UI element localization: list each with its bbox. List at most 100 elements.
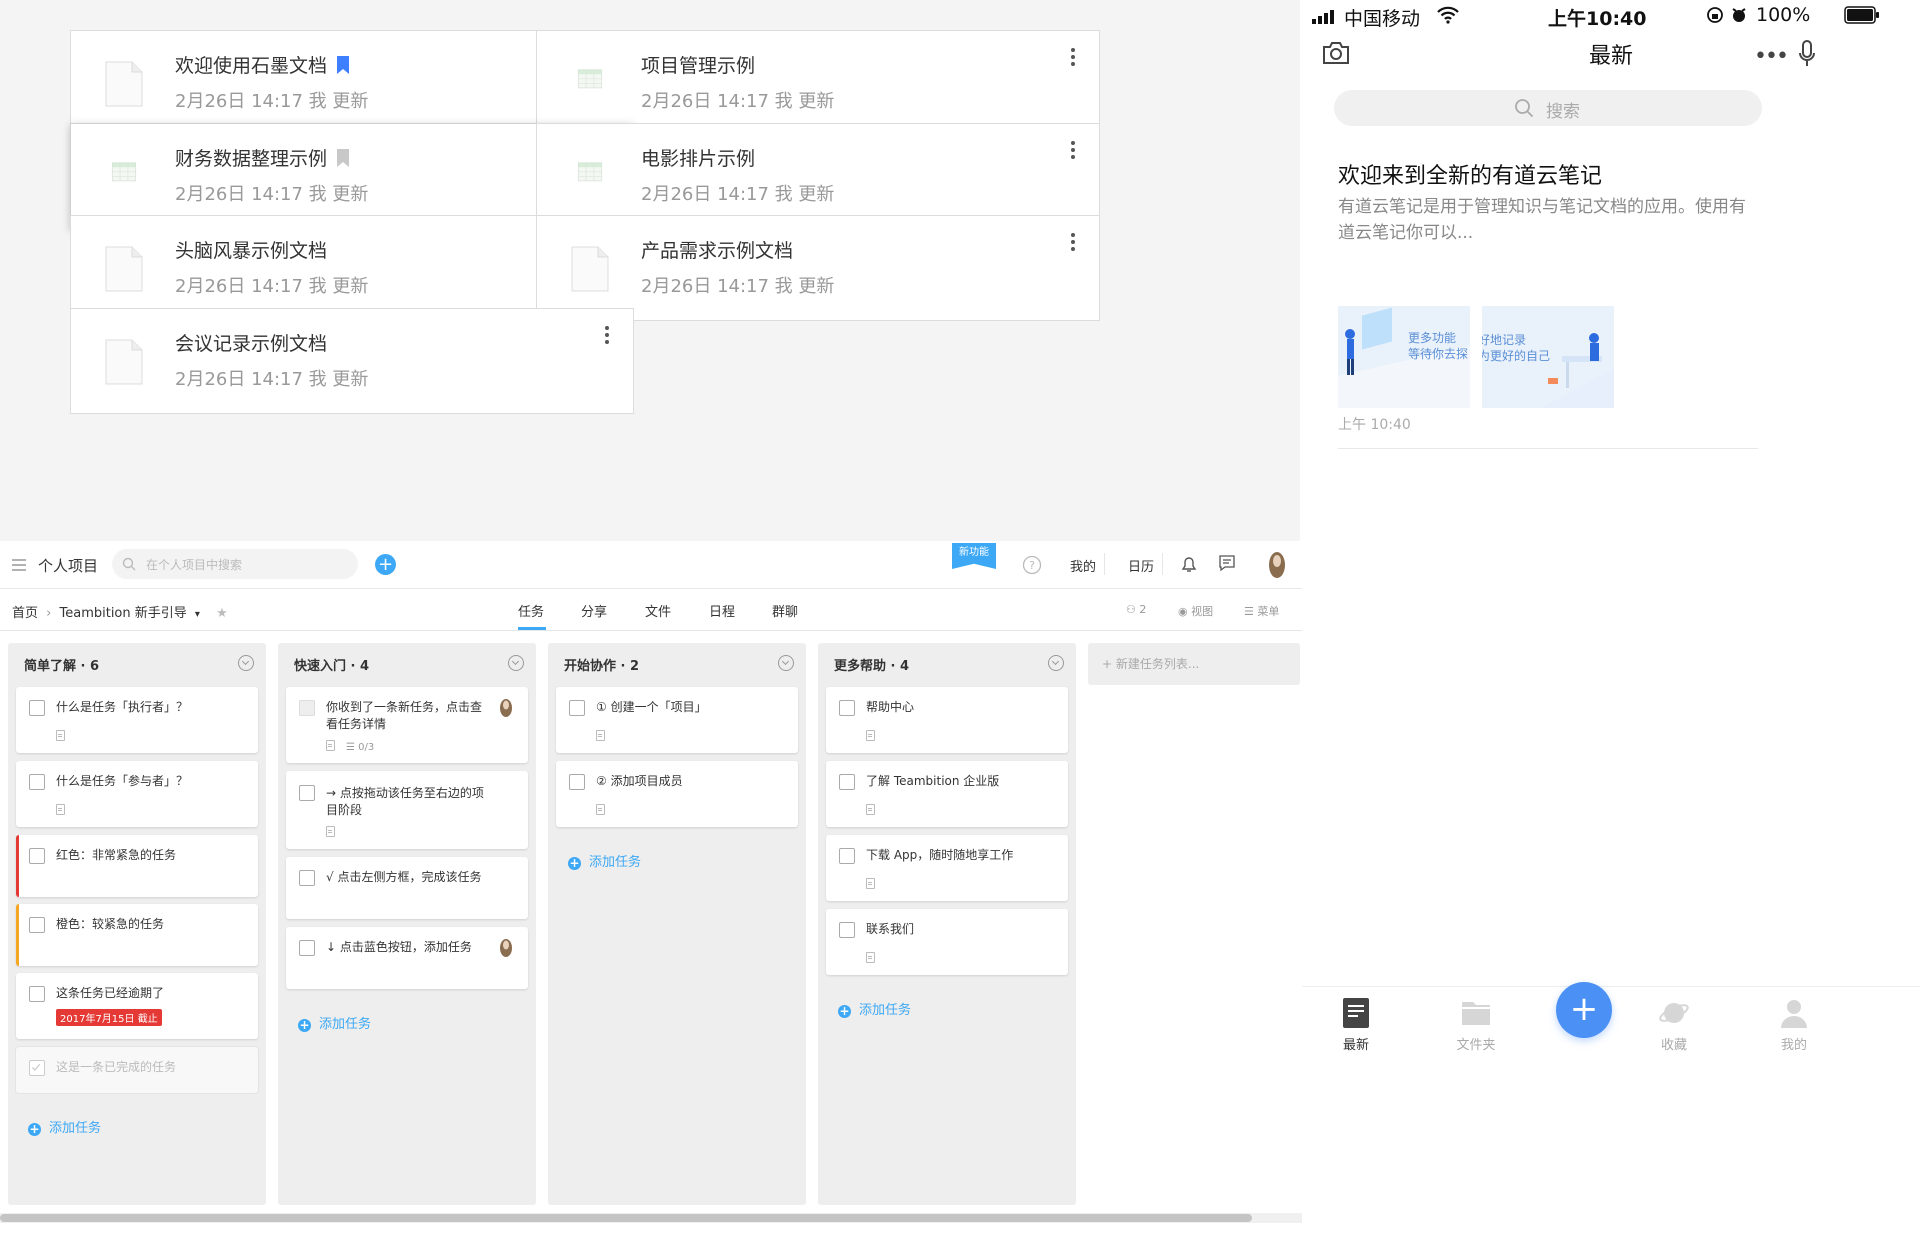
task-checkbox-checked[interactable] [29, 1060, 45, 1076]
task-card[interactable]: 了解 Teambition 企业版 [826, 761, 1068, 827]
tab-group-chat[interactable]: 群聊 [772, 601, 798, 620]
task-card[interactable]: 联系我们 [826, 909, 1068, 975]
new-feature-badge[interactable]: 新功能 [952, 543, 996, 569]
task-card[interactable]: 你收到了一条新任务，点击查看任务详情 ☰ 0/3 [286, 687, 528, 763]
task-card[interactable]: → 点按拖动该任务至右边的项目阶段 [286, 771, 528, 849]
doc-title: 头脑风暴示例文档 [175, 240, 328, 262]
assignee-avatar[interactable] [496, 937, 516, 957]
nav-mine[interactable]: 我的 [1070, 556, 1096, 575]
task-checkbox[interactable] [299, 870, 315, 886]
task-checkbox[interactable] [29, 700, 45, 716]
teambition-board: 个人项目 在个人项目中搜索 + 新功能 ? 我的 日历 首页 › Teambit… [0, 541, 1302, 1236]
view-button[interactable]: ◉ 视图 [1178, 603, 1213, 619]
tab-share[interactable]: 分享 [581, 601, 607, 620]
help-icon[interactable]: ? [1022, 555, 1042, 575]
column-title: 快速入门 · 4 [294, 659, 370, 674]
doc-card[interactable]: 产品需求示例文档 2月26日 14:17 我 更新 [536, 215, 1100, 321]
task-card[interactable]: 这是一条已完成的任务 [16, 1047, 258, 1093]
column-menu-icon[interactable] [238, 655, 254, 671]
project-name[interactable]: 个人项目 [38, 555, 98, 576]
column-menu-icon[interactable] [508, 655, 524, 671]
new-task-list-button[interactable]: + 新建任务列表... [1088, 643, 1300, 685]
task-checkbox[interactable] [839, 848, 855, 864]
note-icon [866, 804, 875, 815]
bookmark-icon[interactable] [337, 56, 350, 74]
more-icon[interactable] [1067, 230, 1079, 258]
column-menu-icon[interactable] [1048, 655, 1064, 671]
members-button[interactable]: ⚇ 2 [1126, 603, 1146, 616]
tab-schedule[interactable]: 日程 [709, 601, 735, 620]
board-area: 简单了解 · 6 什么是任务「执行者」？ 什么是任务「参与者」？ 红色：非常紧急… [0, 631, 1302, 1236]
task-checkbox[interactable] [569, 700, 585, 716]
task-checkbox[interactable] [839, 922, 855, 938]
task-card[interactable]: ① 创建一个「项目」 [556, 687, 798, 753]
task-card[interactable]: 这条任务已经逾期了 2017年7月15日 截止 [16, 973, 258, 1039]
tab-tasks[interactable]: 任务 [518, 601, 544, 620]
document-icon [571, 246, 609, 292]
task-card[interactable]: 帮助中心 [826, 687, 1068, 753]
user-avatar[interactable] [1264, 549, 1290, 579]
add-note-button[interactable]: + [1556, 982, 1612, 1038]
hamburger-icon[interactable] [12, 559, 26, 571]
task-card[interactable]: 橙色：较紧急的任务 [16, 904, 258, 966]
doc-title: 财务数据整理示例 [175, 148, 328, 170]
horizontal-scrollbar[interactable] [0, 1213, 1302, 1223]
more-icon[interactable]: ••• [1754, 44, 1789, 69]
task-checkbox[interactable] [299, 700, 315, 716]
chevron-down-icon[interactable]: ▾ [195, 609, 200, 620]
more-icon[interactable] [1067, 138, 1079, 166]
menu-button[interactable]: ☰ 菜单 [1244, 603, 1279, 619]
breadcrumb-home[interactable]: 首页 [12, 606, 38, 621]
tab-favorites[interactable]: 收藏 [1634, 998, 1714, 1053]
person-icon [1781, 1000, 1807, 1028]
task-card[interactable]: 什么是任务「执行者」？ [16, 687, 258, 753]
tab-latest[interactable]: 最新 [1316, 998, 1396, 1053]
task-checkbox[interactable] [839, 700, 855, 716]
task-list-column: 简单了解 · 6 什么是任务「执行者」？ 什么是任务「参与者」？ 红色：非常紧急… [8, 643, 266, 1205]
breadcrumb-project[interactable]: Teambition 新手引导 [60, 606, 187, 621]
add-task-button[interactable]: + 添加任务 [568, 851, 641, 870]
task-checkbox[interactable] [299, 785, 315, 801]
bell-icon[interactable] [1180, 554, 1198, 574]
task-checkbox[interactable] [569, 774, 585, 790]
tab-files[interactable]: 文件 [645, 601, 671, 620]
signal-icon [1312, 10, 1334, 24]
task-checkbox[interactable] [839, 774, 855, 790]
task-card[interactable]: 红色：非常紧急的任务 [16, 835, 258, 897]
task-title: 下载 App，随时随地享工作 [866, 848, 1014, 862]
task-card[interactable]: ② 添加项目成员 [556, 761, 798, 827]
task-checkbox[interactable] [29, 848, 45, 864]
tab-me[interactable]: 我的 [1754, 998, 1834, 1053]
task-checkbox[interactable] [29, 774, 45, 790]
task-checkbox[interactable] [299, 940, 315, 956]
doc-card[interactable]: 项目管理示例 2月26日 14:17 我 更新 [536, 30, 1100, 136]
assignee-avatar[interactable] [496, 697, 516, 717]
task-card[interactable]: 什么是任务「参与者」？ [16, 761, 258, 827]
doc-card[interactable]: 电影排片示例 2月26日 14:17 我 更新 [536, 123, 1100, 229]
scrollbar-thumb[interactable] [0, 1214, 1252, 1222]
add-task-button[interactable]: + 添加任务 [838, 999, 911, 1018]
more-icon[interactable] [601, 323, 613, 351]
task-card[interactable]: 下载 App，随时随地享工作 [826, 835, 1068, 901]
note-icon [866, 952, 875, 963]
task-title: 联系我们 [866, 922, 915, 936]
add-task-button[interactable]: + 添加任务 [28, 1117, 101, 1136]
eye-icon: ◉ [1178, 605, 1188, 618]
message-icon[interactable] [1218, 554, 1236, 572]
column-menu-icon[interactable] [778, 655, 794, 671]
bookmark-icon[interactable] [337, 149, 350, 167]
task-checkbox[interactable] [29, 986, 45, 1002]
nav-calendar[interactable]: 日历 [1128, 556, 1154, 575]
task-card[interactable]: √ 点击左侧方框，完成该任务 [286, 857, 528, 919]
task-card[interactable]: ↓ 点击蓝色按钮，添加任务 [286, 927, 528, 989]
add-task-button[interactable]: + 添加任务 [298, 1013, 371, 1032]
tab-folder[interactable]: 文件夹 [1436, 998, 1516, 1053]
add-button[interactable]: + [375, 554, 396, 575]
doc-card[interactable]: 会议记录示例文档 2月26日 14:17 我 更新 [70, 308, 634, 414]
task-checkbox[interactable] [29, 917, 45, 933]
microphone-icon[interactable] [1798, 40, 1816, 68]
search-input[interactable]: 在个人项目中搜索 [112, 549, 358, 579]
search-bar[interactable]: 搜索 [1334, 90, 1762, 126]
more-icon[interactable] [1067, 45, 1079, 73]
star-icon[interactable]: ★ [216, 606, 228, 621]
